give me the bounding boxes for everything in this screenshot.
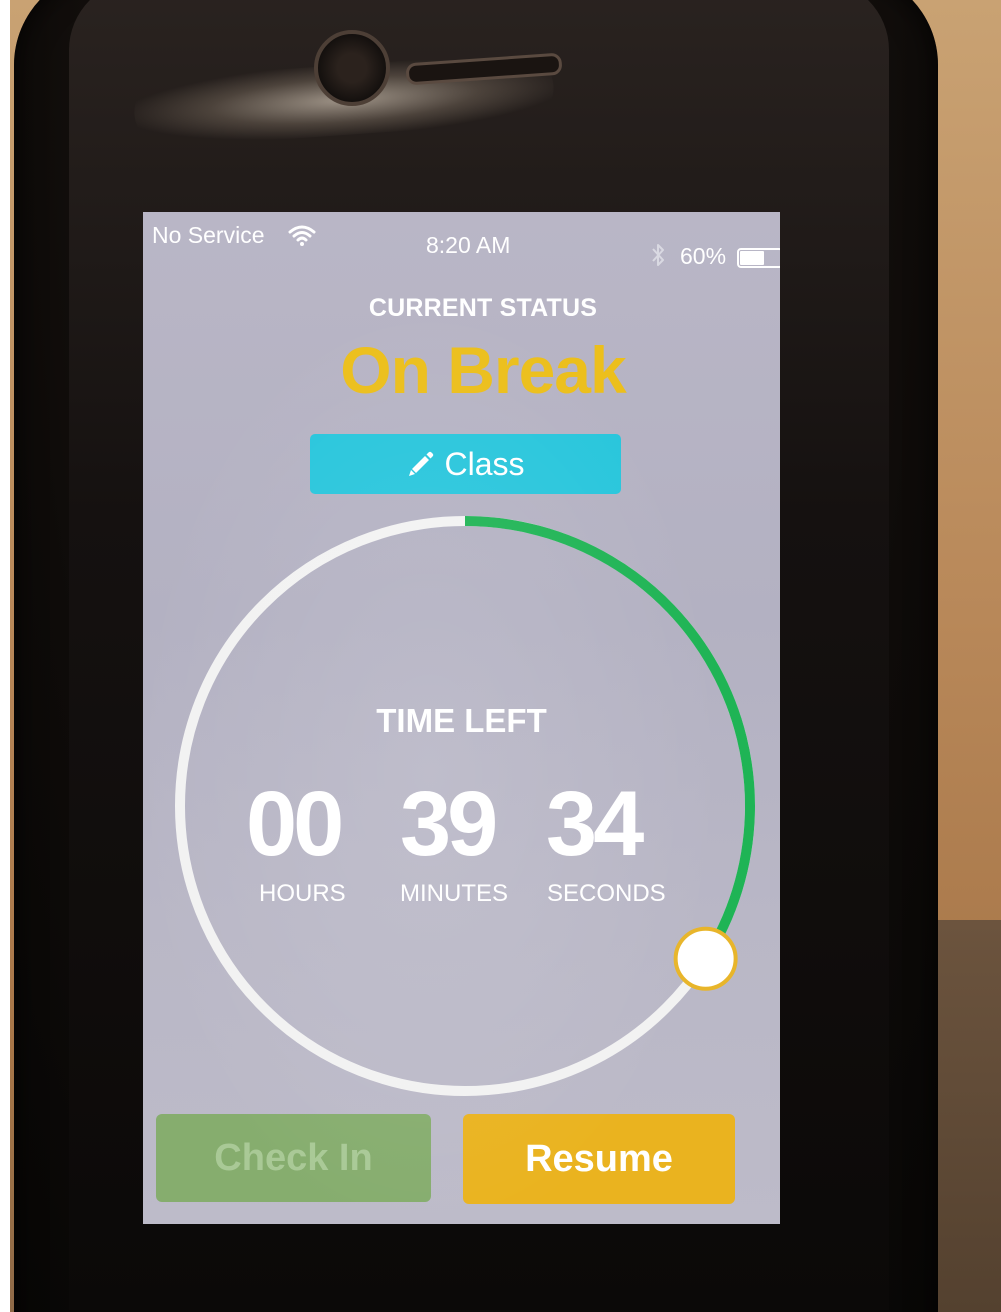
minutes-value: 39 xyxy=(400,773,498,875)
hours-label: HOURS xyxy=(259,880,346,907)
timer-progress-knob[interactable] xyxy=(673,926,738,991)
seconds-label: SECONDS xyxy=(547,880,666,907)
phone-screen: No Service 8:20 AM 60% CURRENT STATUS On… xyxy=(143,212,780,1224)
seconds-value: 34 xyxy=(546,773,644,875)
check-in-label: Check In xyxy=(214,1136,373,1179)
resume-label: Resume xyxy=(525,1137,673,1180)
check-in-button[interactable]: Check In xyxy=(156,1114,431,1202)
resume-button[interactable]: Resume xyxy=(463,1114,735,1204)
hours-value: 00 xyxy=(246,773,344,875)
front-camera xyxy=(314,30,390,106)
time-left-label: TIME LEFT xyxy=(376,702,547,739)
photo-border xyxy=(0,0,10,1312)
minutes-label: MINUTES xyxy=(400,880,508,907)
